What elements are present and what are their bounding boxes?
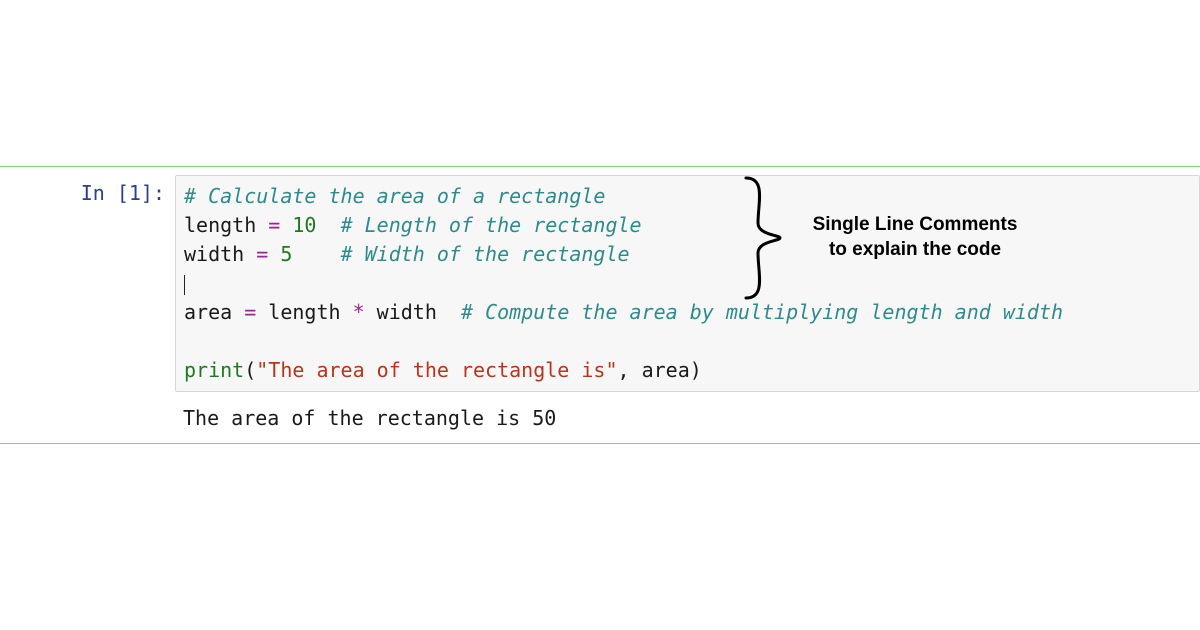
output-row: The area of the rectangle is 50	[0, 400, 1200, 443]
prompt-label: In [1]:	[81, 181, 165, 205]
code-line-2: length = 10 # Length of the rectangle	[184, 211, 1191, 240]
input-prompt: In [1]:	[0, 175, 175, 205]
string-literal: "The area of the rectangle is"	[256, 358, 617, 382]
code-line-6	[184, 327, 1191, 356]
assign-op: =	[256, 213, 292, 237]
comment-text: # Calculate the area of a rectangle	[184, 184, 605, 208]
number-literal: 10	[292, 213, 316, 237]
variable-ref: length	[268, 300, 340, 324]
close-paren: )	[690, 358, 702, 382]
multiply-op: *	[341, 300, 377, 324]
number-literal: 5	[280, 242, 292, 266]
variable-name: length	[184, 213, 256, 237]
code-line-1: # Calculate the area of a rectangle	[184, 182, 1191, 211]
assign-op: =	[232, 300, 268, 324]
code-line-4	[184, 269, 1191, 298]
code-line-3: width = 5 # Width of the rectangle	[184, 240, 1191, 269]
comment-text: # Width of the rectangle	[341, 242, 630, 266]
code-input-area[interactable]: # Calculate the area of a rectangle lengt…	[175, 175, 1200, 392]
variable-ref: area	[642, 358, 690, 382]
input-row: In [1]: # Calculate the area of a rectan…	[0, 167, 1200, 400]
comment-text: # Length of the rectangle	[341, 213, 642, 237]
output-text: The area of the rectangle is 50	[175, 404, 1200, 433]
builtin-fn: print	[184, 358, 244, 382]
comma-sep: ,	[618, 358, 642, 382]
code-line-7: print("The area of the rectangle is", ar…	[184, 356, 1191, 385]
open-paren: (	[244, 358, 256, 382]
variable-ref: width	[377, 300, 437, 324]
assign-op: =	[244, 242, 280, 266]
code-line-5: area = length * width # Compute the area…	[184, 298, 1191, 327]
text-cursor	[184, 275, 185, 295]
comment-text: # Compute the area by multiplying length…	[461, 300, 1063, 324]
variable-name: width	[184, 242, 244, 266]
variable-name: area	[184, 300, 232, 324]
notebook-cell: In [1]: # Calculate the area of a rectan…	[0, 166, 1200, 444]
